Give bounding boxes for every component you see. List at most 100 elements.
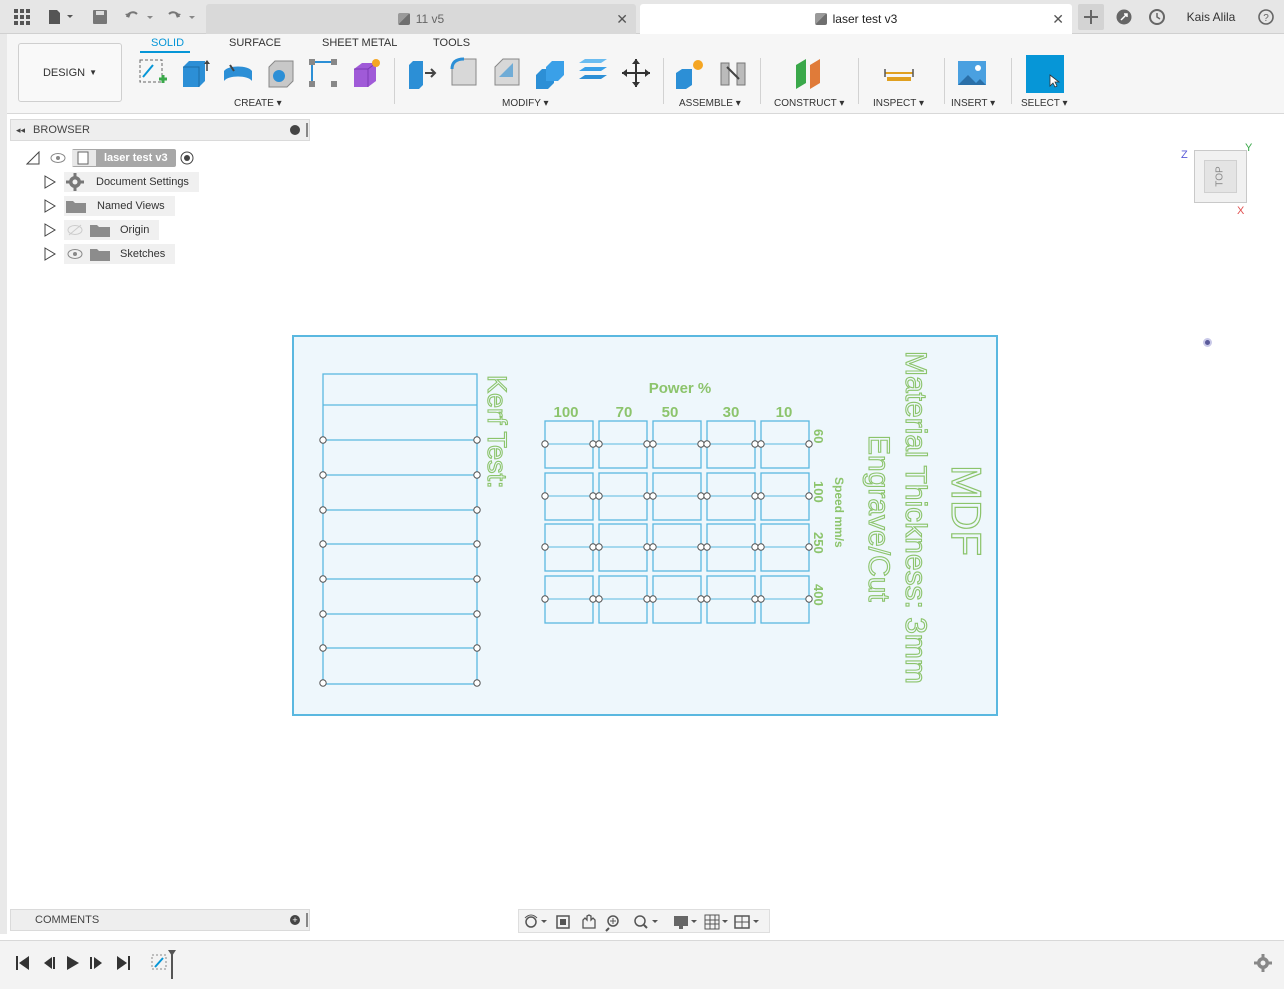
sketch-point[interactable] (473, 506, 481, 514)
timeline-marker[interactable] (168, 950, 176, 979)
tab-11-v5[interactable]: 11 v5 ✕ (206, 4, 636, 34)
sketch-point[interactable] (643, 492, 651, 500)
display-settings-icon[interactable] (674, 916, 697, 929)
tree-root[interactable]: laser test v3 (26, 148, 194, 168)
move-icon[interactable] (619, 56, 653, 90)
design-workspace-button[interactable]: DESIGN ▼ (18, 43, 122, 102)
sketch-point[interactable] (473, 436, 481, 444)
sketch-point[interactable] (751, 492, 759, 500)
pin-icon[interactable] (306, 123, 308, 137)
expand-triangle-icon[interactable] (44, 247, 56, 261)
assemble-menu[interactable]: ASSEMBLE ▾ (679, 98, 741, 109)
new-tab-button[interactable] (1078, 4, 1104, 30)
file-menu-icon[interactable] (46, 6, 76, 28)
sketch-feature-icon[interactable] (151, 954, 167, 970)
close-icon[interactable]: ✕ (1052, 11, 1064, 28)
sketch-point[interactable] (757, 440, 765, 448)
create-sketch-icon[interactable] (136, 56, 170, 90)
job-status-icon[interactable] (1147, 6, 1167, 28)
sketch-point[interactable] (319, 679, 327, 687)
extrude-icon[interactable] (178, 56, 212, 90)
grid-settings-icon[interactable] (704, 914, 728, 930)
extensions-icon[interactable] (1114, 6, 1134, 28)
sketch-point[interactable] (319, 540, 327, 548)
user-name[interactable]: Kais Alila (1180, 6, 1242, 28)
tree-item-origin[interactable]: Origin (44, 220, 160, 240)
sketch-point[interactable] (541, 440, 549, 448)
tab-sheet-metal[interactable]: SHEET METAL (322, 37, 397, 49)
step-back-icon[interactable] (44, 957, 55, 969)
activate-radio-icon[interactable] (180, 151, 194, 165)
zoom-icon[interactable] (605, 915, 619, 932)
tab-solid[interactable]: SOLID (151, 37, 184, 49)
sketch-point[interactable] (643, 595, 651, 603)
expand-triangle-icon[interactable] (44, 175, 56, 189)
help-icon[interactable]: ? (1256, 6, 1276, 28)
sketch-point[interactable] (697, 440, 705, 448)
undo-icon[interactable] (122, 6, 156, 28)
collapse-triangle-icon[interactable] (26, 151, 40, 165)
sketch-point[interactable] (751, 543, 759, 551)
hole-icon[interactable] (264, 56, 298, 90)
add-comment-icon[interactable]: + (290, 915, 300, 925)
sketch-point[interactable] (541, 595, 549, 603)
modify-menu[interactable]: MODIFY ▾ (502, 98, 549, 109)
settings-gear-icon[interactable] (1254, 954, 1272, 972)
sketch-point[interactable] (643, 543, 651, 551)
sketch-point[interactable] (589, 543, 597, 551)
sketch-point[interactable] (757, 543, 765, 551)
joint-icon[interactable] (716, 56, 750, 90)
sketch-sheet[interactable]: 100 70 50 30 10 60 100 250 400 Kerf Test: Power … (292, 335, 998, 716)
pan-hand-icon[interactable] (582, 914, 596, 929)
sketch-point[interactable] (319, 575, 327, 583)
offset-plane-icon[interactable] (791, 56, 825, 90)
select-menu[interactable]: SELECT ▾ (1021, 98, 1068, 109)
redo-icon[interactable] (164, 6, 198, 28)
sketch-point[interactable] (319, 644, 327, 652)
sketch-canvas[interactable]: 100 70 50 30 10 60 100 250 400 Kerf Test: Power … (294, 337, 996, 714)
sketch-point[interactable] (473, 610, 481, 618)
sketch-point[interactable] (589, 492, 597, 500)
eye-icon[interactable] (66, 247, 84, 261)
go-to-end-icon[interactable] (117, 956, 130, 970)
view-cube-face[interactable]: TOP (1215, 166, 1226, 186)
select-icon[interactable] (1026, 55, 1064, 93)
pattern-icon[interactable] (306, 56, 340, 90)
close-icon[interactable]: ✕ (616, 11, 628, 28)
sketch-point[interactable] (473, 679, 481, 687)
combine-icon[interactable] (576, 56, 610, 90)
sketch-point[interactable] (643, 440, 651, 448)
insert-menu[interactable]: INSERT ▾ (951, 98, 995, 109)
sketch-point[interactable] (757, 492, 765, 500)
sketch-point[interactable] (757, 595, 765, 603)
construct-menu[interactable]: CONSTRUCT ▾ (774, 98, 844, 109)
sketch-point[interactable] (703, 595, 711, 603)
insert-image-icon[interactable] (955, 56, 989, 90)
comments-panel-header[interactable]: COMMENTS + (10, 909, 310, 931)
sketch-point[interactable] (319, 436, 327, 444)
fillet-icon[interactable] (447, 56, 481, 90)
new-component-icon[interactable] (673, 56, 707, 90)
sketch-point[interactable] (541, 543, 549, 551)
go-to-start-icon[interactable] (16, 956, 29, 970)
look-at-icon[interactable] (556, 915, 570, 929)
sketch-point[interactable] (697, 543, 705, 551)
sketch-point[interactable] (473, 471, 481, 479)
create-form-icon[interactable] (349, 56, 383, 90)
expand-triangle-icon[interactable] (44, 223, 56, 237)
viewports-icon[interactable] (734, 915, 759, 929)
expand-triangle-icon[interactable] (44, 199, 56, 213)
sketch-point[interactable] (751, 440, 759, 448)
pin-icon[interactable] (306, 913, 308, 927)
collapse-panel-icon[interactable]: ◂◂ (16, 125, 25, 136)
press-pull-icon[interactable] (404, 56, 438, 90)
sketch-point[interactable] (703, 440, 711, 448)
eye-icon[interactable] (50, 152, 66, 164)
revolve-icon[interactable] (221, 56, 255, 90)
tab-tools[interactable]: TOOLS (433, 37, 470, 49)
tab-laser-test-v3[interactable]: laser test v3 ✕ (640, 4, 1072, 34)
sketch-point[interactable] (649, 543, 657, 551)
sketch-point[interactable] (589, 440, 597, 448)
sketch-point[interactable] (589, 595, 597, 603)
tree-item-sketches[interactable]: Sketches (44, 244, 176, 264)
